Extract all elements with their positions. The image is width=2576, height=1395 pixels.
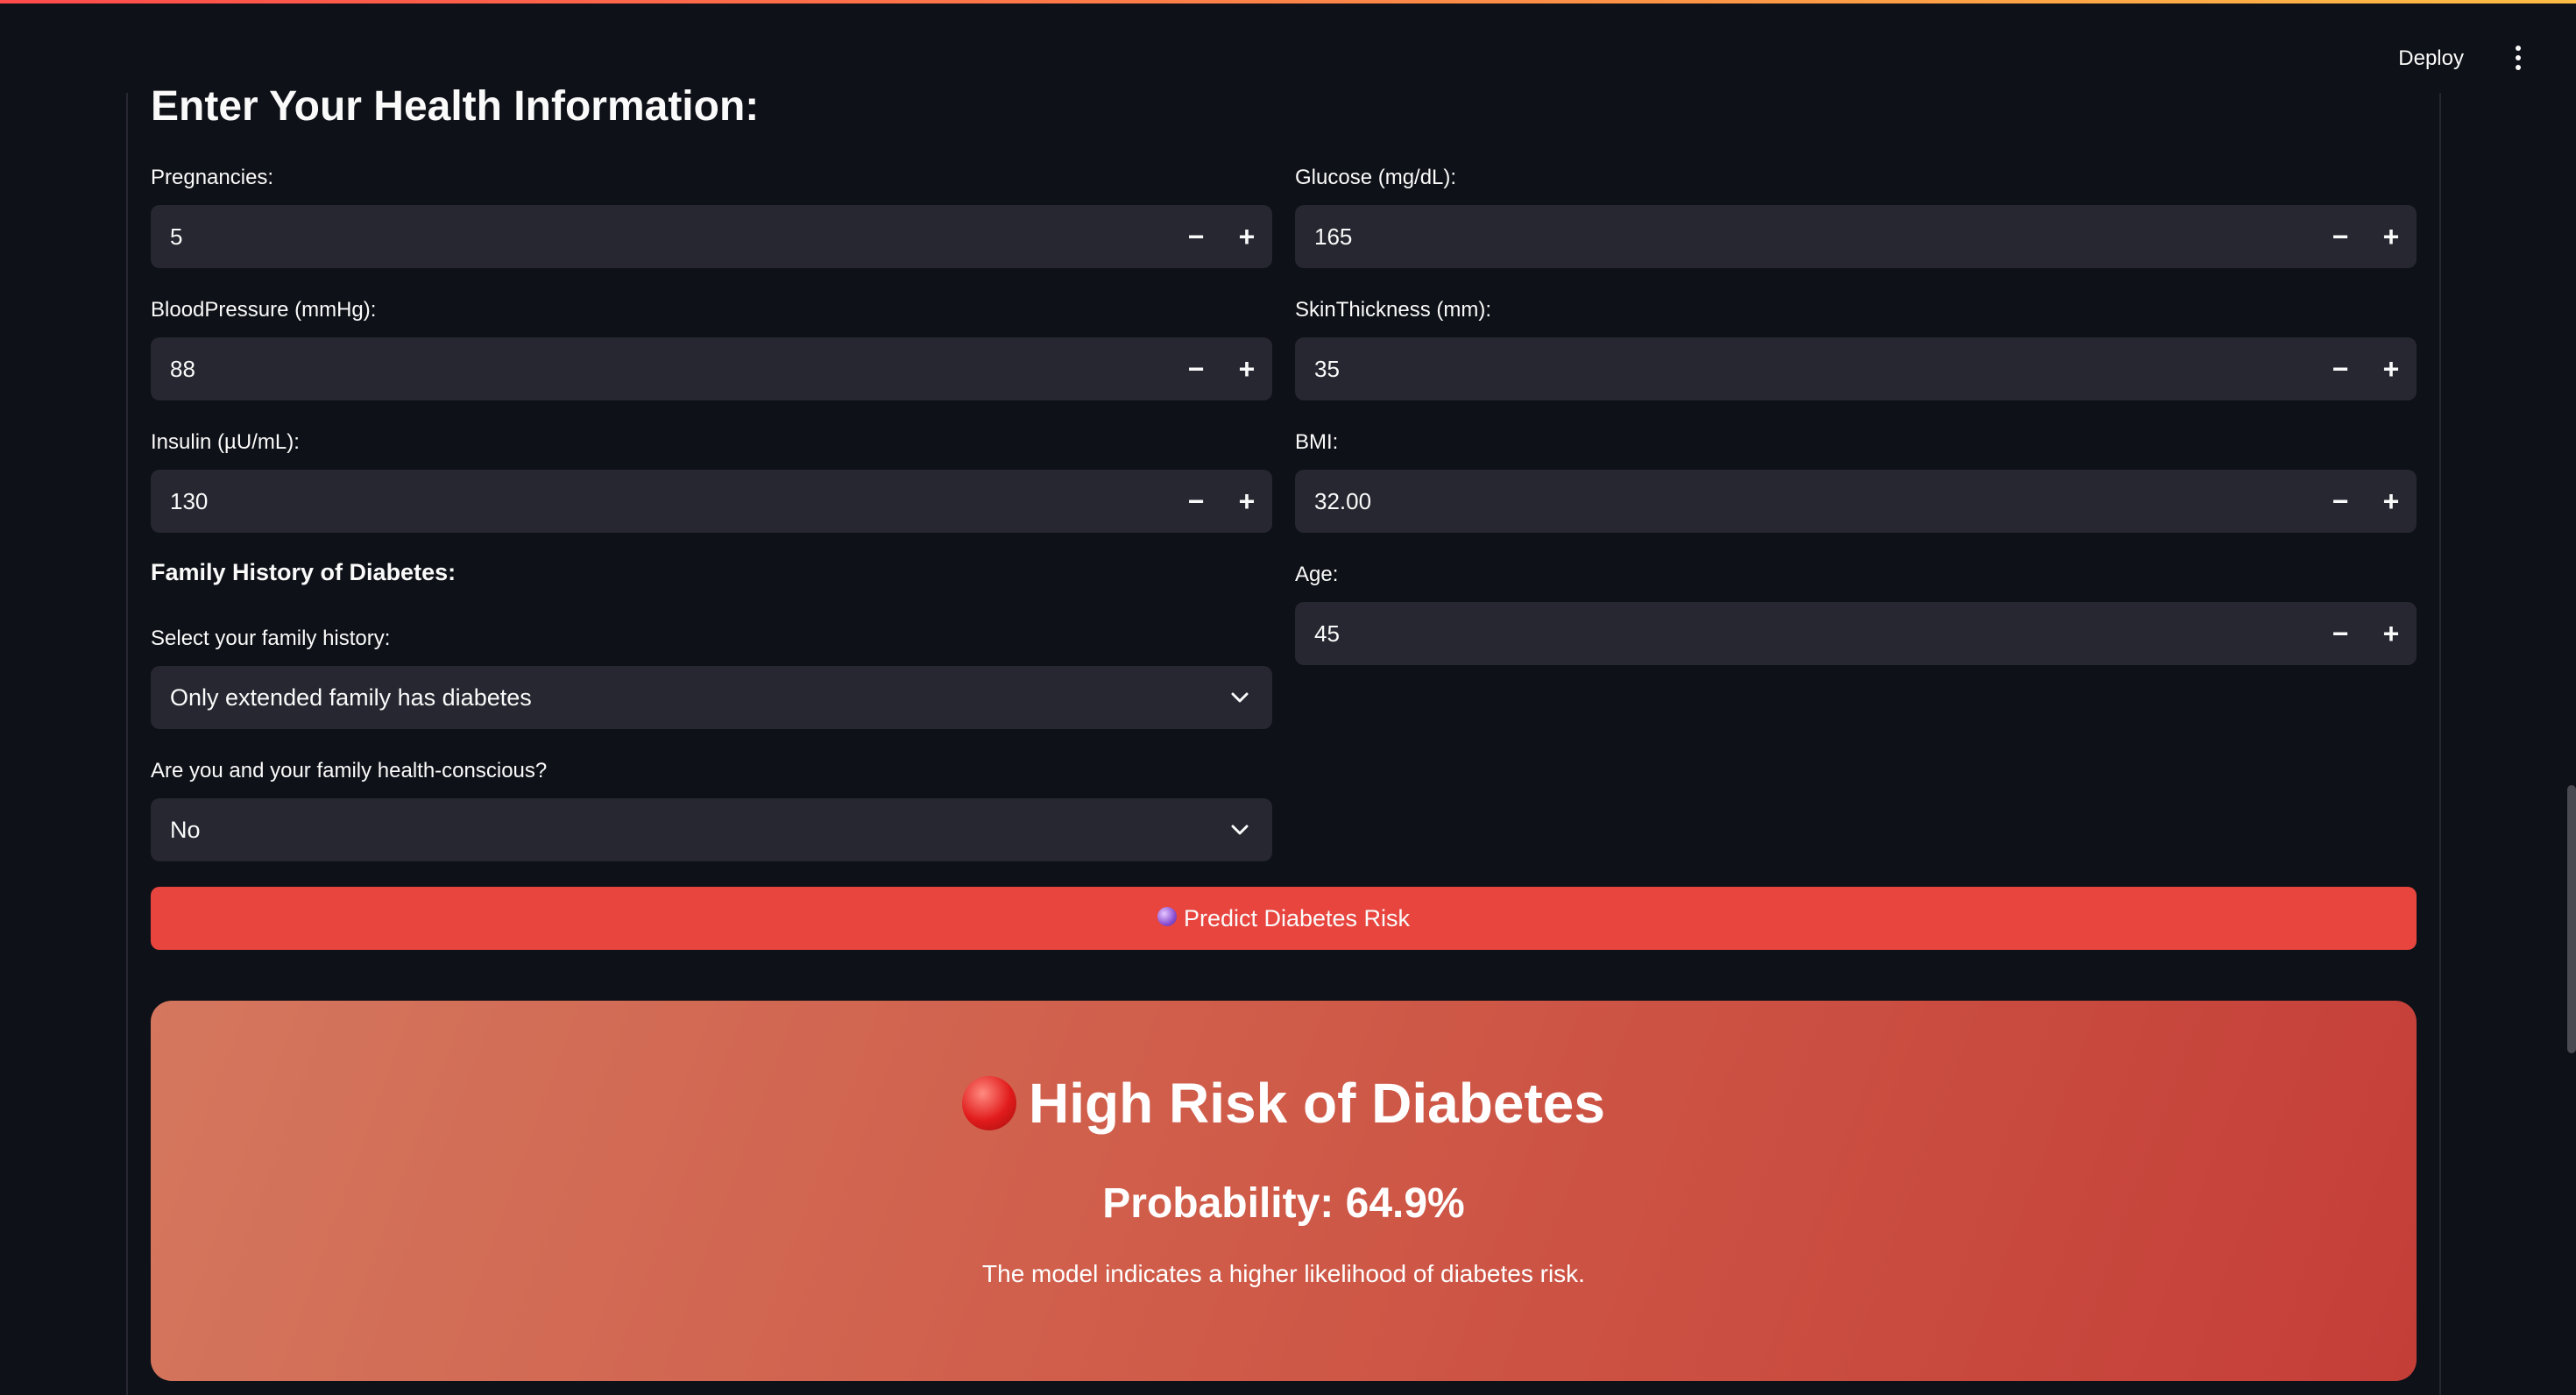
bmi-decrement-button[interactable]: − <box>2315 470 2366 533</box>
insulin-label: Insulin (µU/mL): <box>151 430 300 454</box>
glucose-input[interactable]: 165 <box>1295 205 2315 268</box>
skin-thickness-decrement-button[interactable]: − <box>2315 337 2366 400</box>
blood-pressure-number-input: 88 − + <box>151 337 1272 400</box>
result-title-row: High Risk of Diabetes <box>151 1071 2417 1136</box>
scrollbar-thumb[interactable] <box>2567 785 2576 1053</box>
age-increment-button[interactable]: + <box>2366 602 2417 665</box>
insulin-increment-button[interactable]: + <box>1221 470 1272 533</box>
pregnancies-increment-button[interactable]: + <box>1221 205 1272 268</box>
skin-thickness-label: SkinThickness (mm): <box>1295 298 1492 322</box>
glucose-increment-button[interactable]: + <box>2366 205 2417 268</box>
scrollbar[interactable] <box>2567 0 2576 1395</box>
skin-thickness-input[interactable]: 35 <box>1295 337 2315 400</box>
blood-pressure-field: BloodPressure (mmHg): 88 − + <box>151 295 1272 400</box>
bmi-increment-button[interactable]: + <box>2366 470 2417 533</box>
blood-pressure-input[interactable]: 88 <box>151 337 1171 400</box>
glucose-label: Glucose (mg/dL): <box>1295 166 1457 189</box>
health-conscious-selected-value: No <box>170 816 201 843</box>
insulin-field: Insulin (µU/mL): 130 − + <box>151 428 1272 533</box>
main-container-border-left <box>126 93 128 1395</box>
glucose-decrement-button[interactable]: − <box>2315 205 2366 268</box>
age-field: Age: 45 − + <box>1295 560 2417 665</box>
age-label: Age: <box>1295 563 1339 586</box>
main-container-border-right <box>2439 93 2441 1395</box>
red-circle-icon <box>962 1076 1017 1130</box>
bmi-label: BMI: <box>1295 430 1339 454</box>
result-description: The model indicates a higher likelihood … <box>982 1260 1585 1287</box>
family-history-selected-value: Only extended family has diabetes <box>170 683 532 711</box>
skin-thickness-field: SkinThickness (mm): 35 − + <box>1295 295 2417 400</box>
result-card: High Risk of Diabetes Probability: 64.9%… <box>151 1001 2417 1381</box>
result-title: High Risk of Diabetes <box>1029 1072 1605 1135</box>
pregnancies-input[interactable]: 5 <box>151 205 1171 268</box>
skin-thickness-increment-button[interactable]: + <box>2366 337 2417 400</box>
health-conscious-select[interactable]: No <box>151 798 1272 861</box>
family-history-field: Select your family history: Only extende… <box>151 624 1272 729</box>
pregnancies-number-input: 5 − + <box>151 205 1272 268</box>
health-conscious-label: Are you and your family health-conscious… <box>151 759 548 782</box>
crystal-ball-icon <box>1157 907 1177 926</box>
chevron-down-icon <box>1230 820 1249 839</box>
insulin-decrement-button[interactable]: − <box>1171 470 1221 533</box>
bmi-input[interactable]: 32.00 <box>1295 470 2315 533</box>
blood-pressure-decrement-button[interactable]: − <box>1171 337 1221 400</box>
insulin-number-input: 130 − + <box>151 470 1272 533</box>
pregnancies-decrement-button[interactable]: − <box>1171 205 1221 268</box>
pregnancies-label: Pregnancies: <box>151 166 274 189</box>
blood-pressure-label: BloodPressure (mmHg): <box>151 298 377 322</box>
vertical-ellipsis-icon[interactable] <box>2501 40 2536 75</box>
age-decrement-button[interactable]: − <box>2315 602 2366 665</box>
family-history-select[interactable]: Only extended family has diabetes <box>151 666 1272 729</box>
result-probability: Probability: 64.9% <box>1102 1180 1465 1227</box>
predict-button-label: Predict Diabetes Risk <box>1183 904 1411 931</box>
chevron-down-icon <box>1230 688 1249 707</box>
age-number-input: 45 − + <box>1295 602 2417 665</box>
health-conscious-field: Are you and your family health-conscious… <box>151 756 1272 861</box>
age-input[interactable]: 45 <box>1295 602 2315 665</box>
insulin-input[interactable]: 130 <box>151 470 1171 533</box>
bmi-field: BMI: 32.00 − + <box>1295 428 2417 533</box>
skin-thickness-number-input: 35 − + <box>1295 337 2417 400</box>
glucose-field: Glucose (mg/dL): 165 − + <box>1295 163 2417 268</box>
page-title: Enter Your Health Information: <box>151 83 760 130</box>
family-history-heading: Family History of Diabetes: <box>151 559 456 585</box>
family-history-label: Select your family history: <box>151 627 391 650</box>
pregnancies-field: Pregnancies: 5 − + <box>151 163 1272 268</box>
glucose-number-input: 165 − + <box>1295 205 2417 268</box>
deploy-button[interactable]: Deploy <box>2382 39 2480 79</box>
bmi-number-input: 32.00 − + <box>1295 470 2417 533</box>
predict-diabetes-risk-button[interactable]: Predict Diabetes Risk <box>151 887 2417 950</box>
blood-pressure-increment-button[interactable]: + <box>1221 337 1272 400</box>
